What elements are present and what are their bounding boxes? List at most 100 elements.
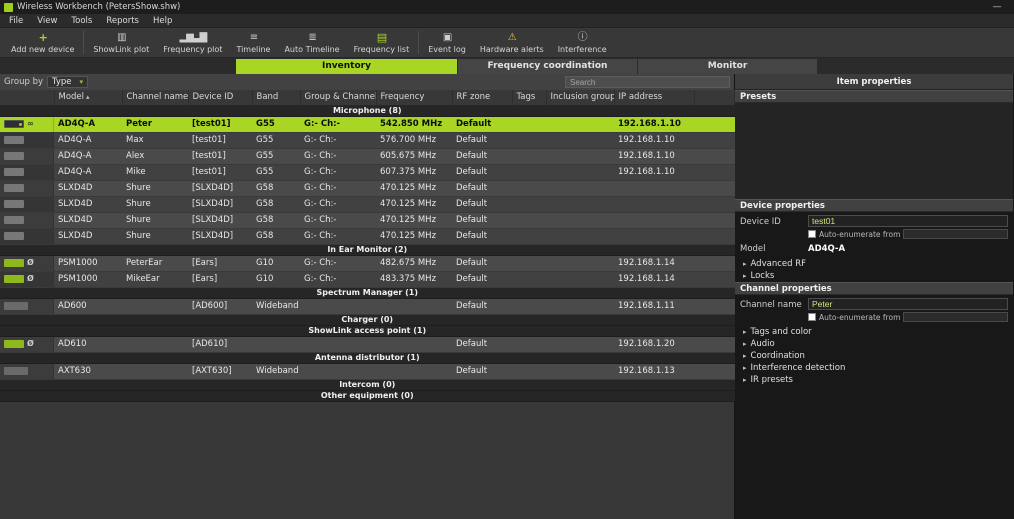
tab-monitor[interactable]: Monitor <box>638 59 818 74</box>
device-id-input[interactable] <box>808 215 1008 227</box>
table-row[interactable]: AD4Q-A Alex [test01] G55 G:- Ch:- 605.675 MHz… <box>0 148 735 164</box>
properties-pane: Item properties Presets Device propertie… <box>735 74 1013 519</box>
device-id-row: Device ID Auto-enumerate from <box>735 212 1013 239</box>
device-thumbnail-icon <box>4 200 24 208</box>
device-auto-enumerate-checkbox[interactable] <box>808 230 816 238</box>
column-header-IP address[interactable]: IP address <box>614 90 695 106</box>
column-header-Group & Channel[interactable]: Group & Channel <box>300 90 377 106</box>
device-properties-header[interactable]: Device properties <box>735 199 1013 212</box>
column-header-RF zone[interactable]: RF zone <box>452 90 513 106</box>
timeline-button[interactable]: ≡ Timeline <box>229 28 277 57</box>
table-row[interactable]: ∞ AD4Q-A Peter [test01] G55 G:- Ch:- 542.850 M… <box>0 116 735 132</box>
table-row[interactable]: SLXD4D Shure [SLXD4D] G58 G:- Ch:- 470.125 MH… <box>0 228 735 244</box>
section-header[interactable]: Intercom (0) <box>0 379 735 391</box>
table-row[interactable]: Ø PSM1000 MikeEar [Ears] G10 G:- Ch:- 483.375 … <box>0 271 735 287</box>
window-title: Wireless Workbench (PetersShow.shw) <box>17 2 181 12</box>
channel-name-input[interactable] <box>808 298 1008 310</box>
no-network-icon: Ø <box>27 274 34 283</box>
showlink-plot-button[interactable]: ▥ ShowLink plot <box>86 28 156 57</box>
expander-coordination[interactable]: ▸ Coordination <box>735 350 1013 362</box>
model-value: AD4Q-A <box>808 244 846 254</box>
column-header-Frequency[interactable]: Frequency <box>376 90 453 106</box>
menu-view[interactable]: View <box>30 16 64 26</box>
column-header-icon[interactable] <box>0 90 55 106</box>
table-row[interactable]: Ø AD610 [AD610] Default 192.168.1.20 <box>0 336 735 352</box>
section-header[interactable]: In Ear Monitor (2) <box>0 244 735 256</box>
table-row[interactable]: SLXD4D Shure [SLXD4D] G58 G:- Ch:- 470.125 MH… <box>0 180 735 196</box>
add-device-icon: + <box>38 31 48 44</box>
column-header-Tags[interactable]: Tags <box>512 90 547 106</box>
section-header[interactable]: Charger (0) <box>0 314 735 326</box>
frequency-list-icon: ▤ <box>376 31 387 44</box>
column-header-Inclusion group[interactable]: Inclusion group <box>546 90 615 106</box>
table-row[interactable]: AXT630 [AXT630] Wideband Default 192.168.1.1… <box>0 363 735 379</box>
table-row[interactable]: AD4Q-A Max [test01] G55 G:- Ch:- 576.700 MHz D… <box>0 132 735 148</box>
column-header-Model[interactable]: Model ▴ <box>54 90 123 106</box>
expander-ir-presets[interactable]: ▸ IR presets <box>735 374 1013 386</box>
channel-auto-enumerate-input[interactable] <box>903 312 1008 322</box>
tab-inventory[interactable]: Inventory <box>236 59 458 74</box>
group-by-dropdown[interactable]: Type ▾ <box>47 76 89 88</box>
menu-help[interactable]: Help <box>146 16 179 26</box>
menu-file[interactable]: File <box>2 16 30 26</box>
group-by-label: Group by <box>4 77 44 87</box>
chevron-right-icon: ▸ <box>743 328 747 336</box>
minimize-button[interactable]: — <box>984 2 1010 12</box>
sort-ascending-icon: ▴ <box>86 93 90 102</box>
event-log-button[interactable]: ▣ Event log <box>421 28 473 57</box>
frequency-plot-button[interactable]: ▂▆▃▇ Frequency plot <box>156 28 229 57</box>
model-row: Model AD4Q-A <box>735 239 1013 258</box>
title-bar: Wireless Workbench (PetersShow.shw) — <box>0 0 1014 14</box>
menu-reports[interactable]: Reports <box>99 16 146 26</box>
section-header[interactable]: Other equipment (0) <box>0 390 735 402</box>
channel-auto-enumerate-checkbox[interactable] <box>808 313 816 321</box>
device-thumbnail-icon <box>4 216 24 224</box>
channel-name-row: Channel name Auto-enumerate from <box>735 295 1013 326</box>
table-empty-area <box>0 401 734 519</box>
channel-name-label: Channel name <box>740 300 802 310</box>
interference-button[interactable]: ⓘ Interference <box>551 28 614 57</box>
chevron-right-icon: ▸ <box>743 260 747 268</box>
table-row[interactable]: AD600 [AD600] Wideband Default 192.168.1.11 <box>0 298 735 314</box>
search-input[interactable] <box>565 76 730 88</box>
expander-audio[interactable]: ▸ Audio <box>735 338 1013 350</box>
section-header[interactable]: Antenna distributor (1) <box>0 352 735 364</box>
device-thumbnail-icon <box>4 152 24 160</box>
expander-interference-detection[interactable]: ▸ Interference detection <box>735 362 1013 374</box>
device-thumbnail-icon <box>4 302 28 310</box>
auto-timeline-icon: ≣ <box>308 32 316 43</box>
table-row[interactable]: AD4Q-A Mike [test01] G55 G:- Ch:- 607.375 MHz… <box>0 164 735 180</box>
expander-locks[interactable]: ▸ Locks <box>735 270 1013 282</box>
menu-tools[interactable]: Tools <box>64 16 99 26</box>
column-header-Device ID[interactable]: Device ID <box>188 90 253 106</box>
device-thumbnail-icon <box>4 275 24 283</box>
section-header[interactable]: Microphone (8) <box>0 105 735 117</box>
column-header-Band[interactable]: Band <box>252 90 301 106</box>
device-thumbnail-icon <box>4 232 24 240</box>
device-auto-enumerate-input[interactable] <box>903 229 1008 239</box>
device-thumbnail-icon <box>4 136 24 144</box>
channel-properties-header[interactable]: Channel properties <box>735 282 1013 295</box>
expander-tags-and-color[interactable]: ▸ Tags and color <box>735 326 1013 338</box>
chevron-right-icon: ▸ <box>743 352 747 360</box>
chevron-down-icon: ▾ <box>79 78 84 86</box>
add-new-device-button[interactable]: + Add new device <box>4 28 81 57</box>
menu-bar: File View Tools Reports Help <box>0 14 1014 28</box>
inventory-body: Microphone (8) ∞ AD4Q-A Peter [test01] G55 G:-… <box>0 105 735 402</box>
column-header-row: Model ▴ Channel name Device ID Band Group & C… <box>0 90 735 106</box>
section-header[interactable]: ShowLink access point (1) <box>0 325 735 337</box>
tab-frequency-coordination[interactable]: Frequency coordination <box>458 59 638 74</box>
presets-section-header[interactable]: Presets <box>735 90 1013 103</box>
device-thumbnail-icon <box>4 168 24 176</box>
table-row[interactable]: Ø PSM1000 PeterEar [Ears] G10 G:- Ch:- 482.675… <box>0 255 735 271</box>
auto-timeline-button[interactable]: ≣ Auto Timeline <box>277 28 346 57</box>
frequency-list-button[interactable]: ▤ Frequency list <box>347 28 417 57</box>
column-header-Channel name[interactable]: Channel name <box>122 90 189 106</box>
channel-expanders: ▸ Tags and color ▸ Audio ▸ Coordination ▸ Inter… <box>735 326 1013 386</box>
expander-advanced-rf[interactable]: ▸ Advanced RF <box>735 258 1013 270</box>
chevron-right-icon: ▸ <box>743 364 747 372</box>
hardware-alerts-button[interactable]: ⚠ Hardware alerts <box>473 28 551 57</box>
table-row[interactable]: SLXD4D Shure [SLXD4D] G58 G:- Ch:- 470.125 MH… <box>0 196 735 212</box>
table-row[interactable]: SLXD4D Shure [SLXD4D] G58 G:- Ch:- 470.125 MH… <box>0 212 735 228</box>
section-header[interactable]: Spectrum Manager (1) <box>0 287 735 299</box>
